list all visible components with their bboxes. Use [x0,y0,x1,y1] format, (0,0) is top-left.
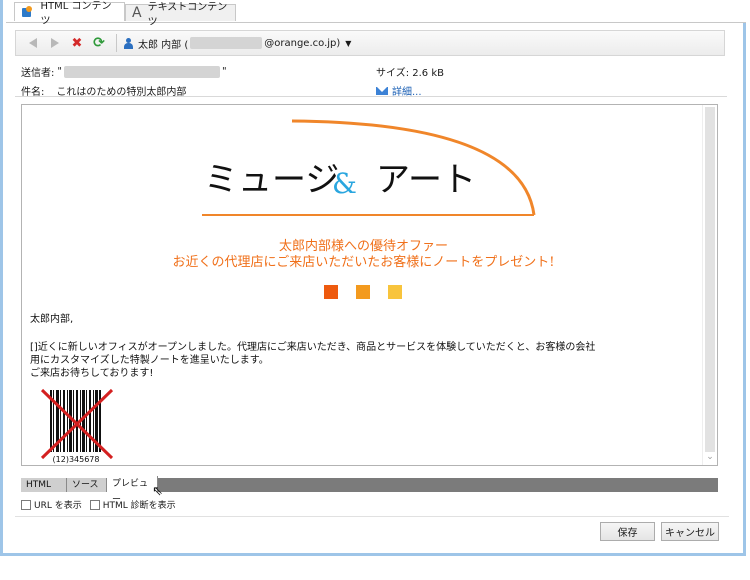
show-html-diag-label: HTML 診断を表示 [102,501,176,511]
decor-square-1 [324,285,338,299]
tab-html-content-label: HTML コンテンツ [40,1,112,27]
display-options: URL を表示 HTML 診断を表示 [21,498,184,511]
text-content-icon: A [132,5,142,21]
delete-button[interactable]: ✖ [68,34,86,52]
mouse-cursor-icon: ⇖ [152,484,163,499]
sender-quote-close: " [221,66,227,77]
barcode-number: (12)345678 [53,455,100,464]
chevron-down-icon: ▼ [345,38,352,48]
toolbar-separator [116,34,117,52]
show-html-diag-checkbox[interactable] [89,499,100,510]
decor-square-2 [356,285,370,299]
show-html-diag-option[interactable]: HTML 診断を表示 [89,498,176,511]
recipient-selector[interactable]: 太郎 内部 ( @orange.co.jp) ▼ [123,36,351,51]
body-paragraph: []近くに新しいオフィスがオープンしました。代理店にご来店いただき、商品とサービ… [30,341,702,380]
size-info: サイズ: 2.6 kB [376,64,444,79]
arrow-right-icon [51,38,59,48]
close-icon: ✖ [71,35,83,51]
greeting-text: 太郎内部, [30,314,74,325]
tab-source[interactable]: ソース [67,478,107,492]
forward-button[interactable] [46,34,64,52]
logo-ampersand: & [332,167,357,200]
scroll-down-icon[interactable]: ⌄ [705,452,715,462]
show-url-checkbox[interactable] [21,499,31,510]
preview-toolbar: ✖ ⟳ 太郎 内部 ( @orange.co.jp) ▼ [15,30,725,56]
scrollbar-thumb[interactable] [705,107,715,452]
tab-text-content-label: テキストコンテンツ [147,2,228,28]
view-mode-tabs: HTML ソース プレビュー [21,476,718,505]
sender-row: 送信者: " " [21,64,227,79]
back-button[interactable] [24,34,42,52]
refresh-button[interactable]: ⟳ [90,34,108,52]
recipient-name: 太郎 内部 ( [138,39,189,51]
html-content-icon [21,6,33,18]
header-divider [15,96,727,97]
window-shadow-area [0,556,750,580]
body-line-2: 用にカスタマイズした特製ノートを進呈いたします。 [30,355,269,366]
tab-html-content[interactable]: HTML コンテンツ [14,1,125,27]
sender-quote-open: " [57,66,62,77]
footer-divider [15,516,729,517]
show-url-label: URL を表示 [34,501,82,511]
body-line-3: ご来店お待ちしております! [30,368,154,379]
logo-text-left: ミュージ [204,160,339,200]
show-url-option[interactable]: URL を表示 [21,498,82,511]
arrow-left-icon [29,38,37,48]
logo-text-right: アート [376,160,476,200]
recipient-domain: @orange.co.jp) [264,37,341,49]
size-label: サイズ: [376,68,410,79]
mail-icon [376,86,388,95]
refresh-icon: ⟳ [93,35,105,51]
save-button[interactable]: 保存 [600,522,655,541]
body-line-1: []近くに新しいオフィスがオープンしました。代理店にご来店いただき、商品とサービ… [30,342,596,353]
decor-square-3 [388,285,402,299]
content-tab-strip: HTML コンテンツ A テキストコンテンツ [6,0,746,28]
size-value: 2.6 kB [412,68,444,79]
tab-text-content[interactable]: A テキストコンテンツ [125,2,236,28]
tab-html[interactable]: HTML [21,478,67,492]
barcode-image: (12)345678 [40,388,114,464]
email-preview-pane[interactable]: ミュージ & アート 太郎内部様への優待オファー お近くの代理店にご来店いただい… [21,104,718,466]
sender-label: 送信者: [21,68,55,79]
redacted-email [190,37,263,49]
vertical-scrollbar[interactable]: ⌄ [702,105,717,465]
offer-subline: お近くの代理店にご来店いただいたお客様にノートをプレゼント! [172,255,555,270]
cancel-button[interactable]: キャンセル [661,522,719,541]
brand-logo: ミュージ & アート [202,119,536,216]
redacted-sender [63,65,220,78]
user-icon [123,37,133,49]
window-frame: HTML コンテンツ A テキストコンテンツ ✖ ⟳ 太郎 内部 ( @oran… [0,0,746,556]
tab-preview[interactable]: プレビュー [107,476,158,505]
